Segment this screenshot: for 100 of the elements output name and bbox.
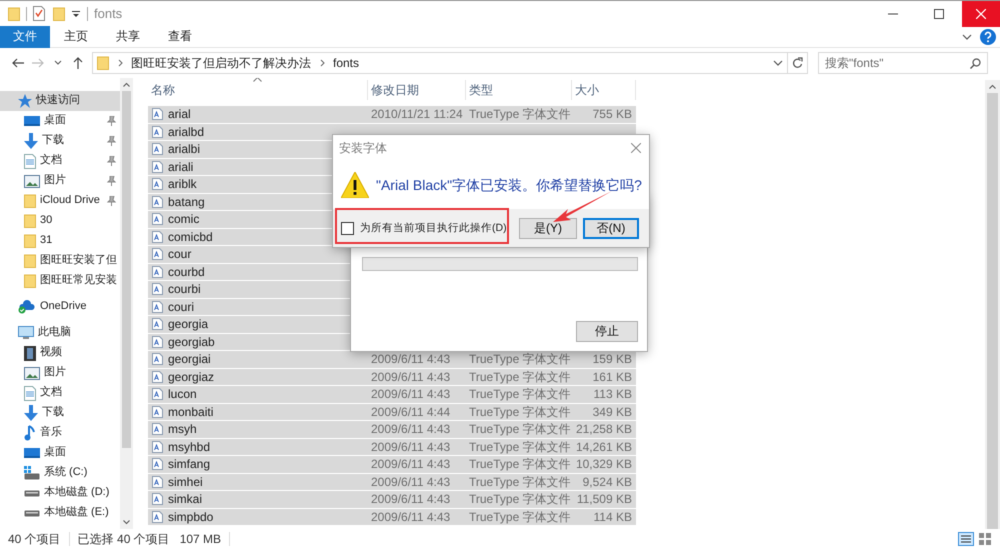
sidebar-item[interactable]: 桌面 <box>0 111 120 131</box>
sidebar-item[interactable]: 视频 <box>0 343 120 363</box>
selection-count: 已选择 40 个项目 <box>78 532 170 546</box>
sidebar-item[interactable]: 30 <box>0 211 120 231</box>
close-icon[interactable] <box>631 143 641 153</box>
font-file-icon <box>152 388 163 400</box>
chevron-right-icon <box>117 59 125 67</box>
close-button[interactable] <box>962 1 1000 27</box>
refresh-button[interactable] <box>788 52 808 74</box>
sidebar-item[interactable]: 本地磁盘 (E:) <box>0 503 120 523</box>
file-name: arialbd <box>168 124 204 139</box>
sidebar-item[interactable]: 桌面 <box>0 443 120 463</box>
sidebar-item[interactable]: 图旺旺常见安装 <box>0 271 120 291</box>
file-type: TrueType 字体文件 <box>468 352 572 366</box>
file-row[interactable]: simkai 2009/6/11 4:43 TrueType 字体文件 11,509 KB <box>148 491 636 508</box>
file-row[interactable]: msyhbd 2009/6/11 4:43 TrueType 字体文件 14,261 KB <box>148 438 636 456</box>
file-type: TrueType 字体文件 <box>468 404 572 419</box>
dropdown-icon[interactable] <box>71 8 81 18</box>
file-row[interactable]: simhei 2009/6/11 4:43 TrueType 字体文件 9,524 KB <box>148 474 636 491</box>
modified-date: 2009/6/11 4:43 <box>370 352 452 366</box>
sidebar-item[interactable]: 此电脑 <box>0 323 120 343</box>
file-type: TrueType 字体文件 <box>468 510 572 524</box>
drive-icon <box>24 488 40 498</box>
sidebar-item[interactable]: 系统 (C:) <box>0 463 120 483</box>
file-size: 114 KB <box>592 510 633 524</box>
scrollbar[interactable] <box>120 78 133 529</box>
address-bar[interactable]: 图旺旺安装了但启动不了解决办法 fonts <box>92 52 788 74</box>
details-view-icon[interactable] <box>958 532 974 546</box>
scroll-up-icon <box>123 82 130 87</box>
sidebar-item[interactable]: OneDrive <box>0 297 120 317</box>
file-row[interactable]: arial 2010/11/21 11:24 TrueType 字体文件 755 KB <box>148 106 636 124</box>
checklist-icon[interactable] <box>33 6 45 21</box>
ribbon-tab[interactable]: 文件 <box>0 26 50 48</box>
font-file-icon <box>152 510 163 523</box>
sidebar-item[interactable]: iCloud Drive <box>0 191 120 211</box>
thumbnails-view-icon[interactable] <box>978 532 992 546</box>
computer-icon <box>18 326 34 340</box>
breadcrumb-item[interactable]: 图旺旺安装了但启动不了解决办法 <box>131 56 311 70</box>
sidebar-item[interactable]: 文档 <box>0 151 120 171</box>
file-row[interactable]: georgiai 2009/6/11 4:43 TrueType 字体文件 159 KB <box>148 351 636 368</box>
help-icon[interactable] <box>980 28 996 44</box>
modified-date: 2009/6/11 4:43 <box>370 474 452 489</box>
file-type: TrueType 字体文件 <box>468 474 572 489</box>
file-name: simhei <box>168 474 203 489</box>
column-header[interactable]: 修改日期 <box>368 80 466 100</box>
dialog-button[interactable]: 是(Y) <box>519 218 577 238</box>
file-type: TrueType 字体文件 <box>468 492 572 506</box>
sidebar-item[interactable]: 31 <box>0 231 120 251</box>
file-row[interactable]: msyh 2009/6/11 4:43 TrueType 字体文件 21,258 KB <box>148 421 636 438</box>
file-name: comicbd <box>168 230 213 244</box>
dropdown-chevron-icon[interactable] <box>773 58 783 68</box>
maximize-icon <box>934 9 944 19</box>
scroll-up-icon <box>989 84 996 89</box>
file-row[interactable]: georgiaz 2009/6/11 4:43 TrueType 字体文件 161 KB <box>148 368 636 386</box>
sidebar-item[interactable]: 文档 <box>0 383 120 403</box>
font-file-icon <box>152 493 163 506</box>
file-name: comic <box>168 212 200 226</box>
file-name: ariblk <box>168 177 197 192</box>
sidebar-item[interactable]: 图片 <box>0 171 120 191</box>
breadcrumb-item[interactable]: fonts <box>333 56 360 70</box>
scrollbar[interactable] <box>985 80 1000 529</box>
folder-icon <box>24 194 36 208</box>
file-row[interactable]: simpbdo 2009/6/11 4:43 TrueType 字体文件 114 KB <box>148 508 636 526</box>
checkbox[interactable]: 为所有当前项目执行此操作(D) <box>341 222 507 234</box>
file-row[interactable]: lucon 2009/6/11 4:43 TrueType 字体文件 113 KB <box>148 386 636 404</box>
star-icon <box>18 94 32 108</box>
sidebar-item[interactable]: 本地磁盘 (D:) <box>0 483 120 503</box>
sidebar-item[interactable]: 图旺旺安装了但 <box>0 251 120 271</box>
expand-ribbon-icon[interactable] <box>962 32 972 42</box>
stop-button[interactable]: 停止 <box>576 321 638 342</box>
picture-icon <box>24 366 40 380</box>
system-drive-icon <box>24 466 40 480</box>
file-type: TrueType 字体文件 <box>468 387 572 402</box>
file-name: georgiai <box>168 352 211 366</box>
dialog-button[interactable]: 否(N) <box>583 218 639 238</box>
file-name: msyhbd <box>168 440 210 454</box>
music-note-icon <box>24 425 36 441</box>
file-name: simpbdo <box>168 510 214 524</box>
column-header[interactable]: 大小 <box>572 80 636 100</box>
cloud-icon <box>18 300 36 314</box>
folder-icon <box>24 234 36 248</box>
file-row[interactable]: monbaiti 2009/6/11 4:44 TrueType 字体文件 349 KB <box>148 404 636 421</box>
sidebar-item[interactable]: 快速访问 <box>0 91 120 111</box>
column-header[interactable]: 名称 <box>148 80 368 100</box>
warning-icon <box>341 172 369 198</box>
ribbon-tab[interactable]: 共享 <box>102 26 154 48</box>
sort-caret-icon <box>253 78 262 82</box>
file-row[interactable]: simfang 2009/6/11 4:43 TrueType 字体文件 10,329 KB <box>148 456 636 474</box>
sidebar-item[interactable]: 下载 <box>0 131 120 151</box>
column-header[interactable]: 类型 <box>466 80 572 100</box>
folder-icon <box>8 6 20 20</box>
sidebar-item[interactable]: 音乐 <box>0 423 120 443</box>
search-box[interactable]: 搜索"fonts" <box>818 52 988 74</box>
ribbon-tab[interactable]: 查看 <box>154 26 206 48</box>
ribbon-tab[interactable]: 主页 <box>50 26 102 48</box>
file-type: TrueType 字体文件 <box>468 107 572 122</box>
sidebar-item[interactable]: 图片 <box>0 363 120 383</box>
modified-date: 2010/11/21 11:24 <box>370 107 464 122</box>
download-icon <box>24 405 38 421</box>
sidebar-item[interactable]: 下载 <box>0 403 120 423</box>
